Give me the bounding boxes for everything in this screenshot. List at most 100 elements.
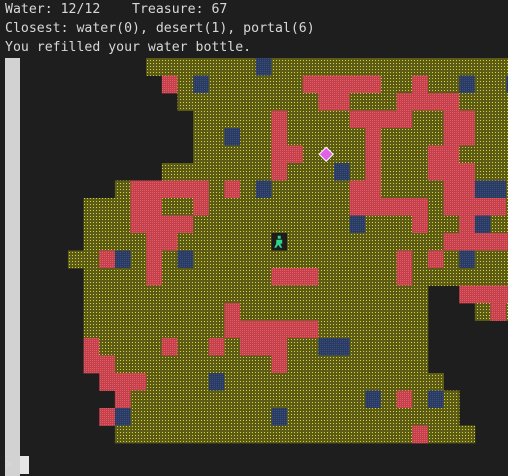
map-tile-sand [412,355,429,374]
map-tile-sand [349,163,366,181]
map-tile-rock [271,128,288,146]
map-tile-sand [412,268,429,286]
map-tile-sand [380,163,397,181]
map-tile-sand [224,250,241,269]
map-tile-sand [459,425,476,444]
map-tile-sand [334,145,351,164]
map-tile-rock [177,180,194,199]
map-tile-sand [334,110,351,129]
map-tile-rock [146,250,163,269]
map-tile-rock [396,390,413,409]
map-tile-sand [365,408,382,426]
map-tile-sand [349,145,366,164]
map-tile-sand [224,268,241,286]
map-tile-sand [396,75,413,94]
map-tile-sand [193,215,210,234]
map-tile-sand [412,373,429,391]
map-tile-sand [255,268,272,286]
map-tile-sand [224,408,241,426]
map-tile-rock [99,355,116,374]
map-tile-rock [302,75,319,94]
map-tile-sand [240,128,257,146]
map-tile-sand [255,93,272,111]
map-tile-sand [318,58,335,76]
map-tile-sand [208,58,225,76]
map-tile-rock [380,198,397,216]
map-tile-sand [459,93,476,111]
map-tile-sand [83,268,100,286]
map-tile-sand [224,58,241,76]
map-tile-sand [177,75,194,94]
map-tile-sand [302,285,319,304]
map-tile-rock [459,128,476,146]
map-tile-sand [130,233,147,251]
map-tile-sand [208,425,225,444]
map-tile-rock [271,163,288,181]
map-tile-sand [255,285,272,304]
map-tile-sand [67,250,84,269]
map-tile-sand [193,250,210,269]
map-tile-sand [255,355,272,374]
map-tile-sand [474,75,491,94]
map-tile-sand [490,268,507,286]
map-tile-sand [318,303,335,321]
map-tile-sand [287,198,304,216]
map-tile-sand [83,215,100,234]
map-tile-sand [255,425,272,444]
map-tile-sand [427,373,444,391]
map-tile-sand [208,268,225,286]
map-tile-rock [146,233,163,251]
map-tile-sand [443,408,460,426]
map-tile-sand [224,93,241,111]
map-tile-sand [365,303,382,321]
map-tile-sand [287,110,304,129]
map-tile-sand [224,215,241,234]
map-tile-sand [380,268,397,286]
map-tile-sand [146,338,163,356]
map-tile-water [349,215,366,234]
map-tile-rock [490,285,507,304]
map-tile-sand [208,75,225,94]
map-tile-sand [271,215,288,234]
map-tile-rock [208,338,225,356]
map-tile-rock [146,215,163,234]
map-tile-sand [177,198,194,216]
map-tile-sand [365,268,382,286]
map-tile-water [318,338,335,356]
scrollbar-track[interactable] [5,58,20,476]
map-tile-water [365,390,382,409]
map-tile-sand [240,58,257,76]
map-tile-sand [193,390,210,409]
map-tile-rock [365,145,382,164]
map-tile-rock [130,180,147,199]
map-tile-sand [271,93,288,111]
map-tile-sand [349,93,366,111]
map-tile-sand [114,303,131,321]
map-tile-sand [287,425,304,444]
map-tile-sand [193,408,210,426]
map-tile-sand [177,320,194,339]
map-tile-sand [318,390,335,409]
map-tile-sand [490,145,507,164]
map-tile-sand [318,250,335,269]
map-tile-sand [287,390,304,409]
map-tile-sand [240,355,257,374]
map-tile-rock [474,198,491,216]
map-tile-rock [459,233,476,251]
map-tile-sand [177,425,194,444]
map-tile-sand [208,285,225,304]
map-tile-rock [474,233,491,251]
map-tile-sand [396,425,413,444]
map-tile-sand [380,180,397,199]
map-tile-sand [396,320,413,339]
map-tile-sand [302,180,319,199]
map-tile-rock [193,180,210,199]
map-tile-rock [255,320,272,339]
input-cursor[interactable] [20,456,29,474]
map-tile-rock [334,75,351,94]
map-tile-sand [177,408,194,426]
map-tile-sand [83,250,100,269]
map-tile-sand [146,425,163,444]
map-tile-sand [271,58,288,76]
map-tile-sand [193,425,210,444]
